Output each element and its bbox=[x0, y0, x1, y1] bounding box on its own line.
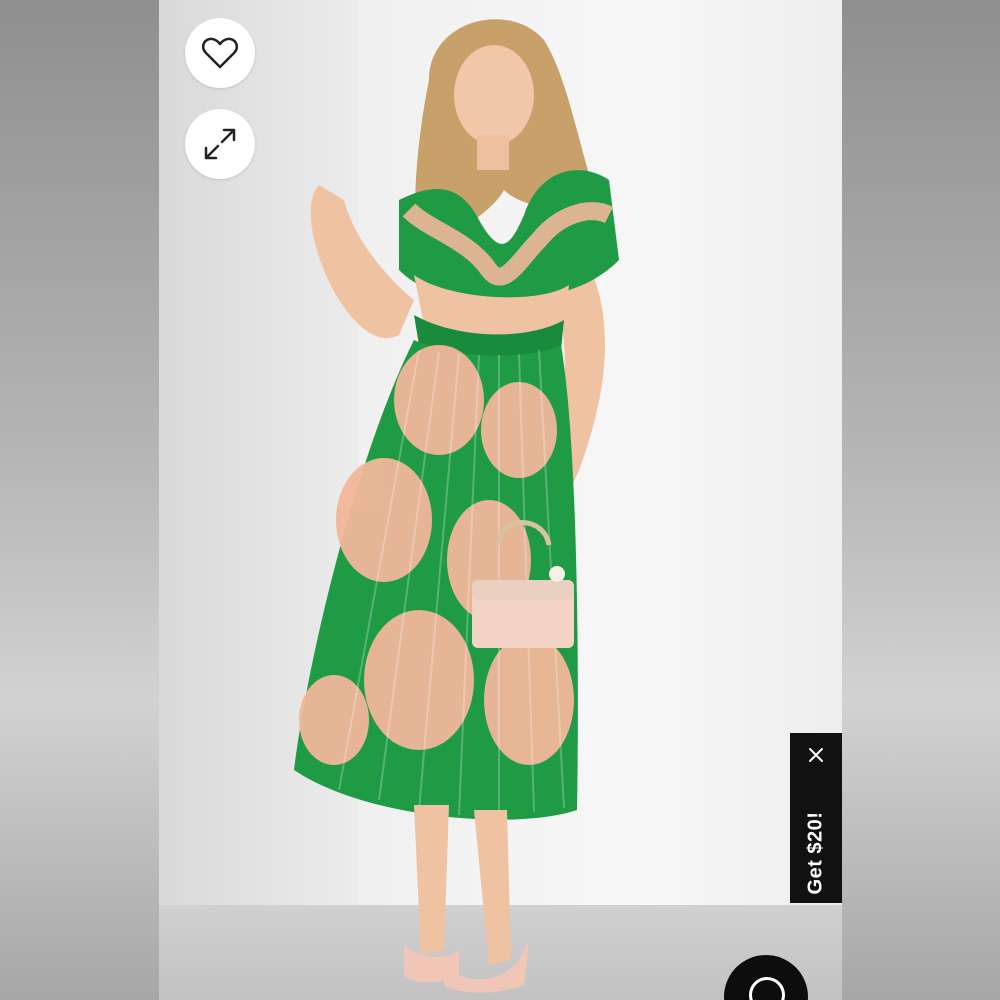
expand-arrows-icon bbox=[204, 128, 236, 160]
promo-close-button[interactable] bbox=[804, 743, 828, 767]
promo-label[interactable]: Get $20! bbox=[805, 812, 828, 895]
heart-icon bbox=[201, 37, 239, 69]
product-photo[interactable]: Get $20! bbox=[159, 0, 842, 1000]
chat-bubble-icon bbox=[749, 977, 785, 1000]
model-illustration bbox=[294, 19, 619, 993]
left-blurred-margin bbox=[0, 0, 159, 1000]
right-blurred-margin bbox=[842, 0, 1000, 1000]
wishlist-button[interactable] bbox=[185, 18, 255, 88]
expand-image-button[interactable] bbox=[185, 109, 255, 179]
close-icon bbox=[809, 748, 823, 762]
promo-tab[interactable]: Get $20! bbox=[790, 733, 842, 903]
